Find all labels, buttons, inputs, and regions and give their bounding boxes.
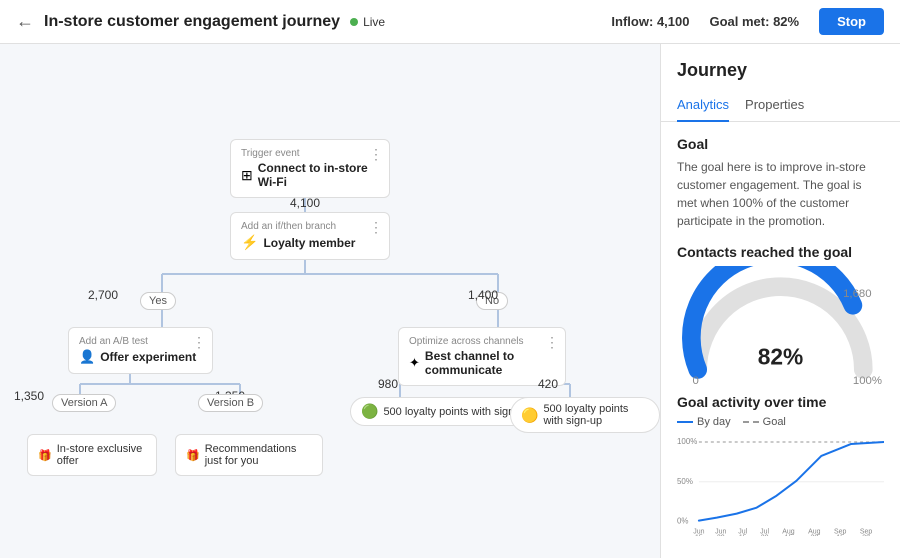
activity-section-title: Goal activity over time xyxy=(677,394,884,410)
recommendations-icon: 🎁 xyxy=(186,449,200,462)
ab-name: Offer experiment xyxy=(100,350,196,364)
count-420: 420 xyxy=(538,377,558,391)
panel-content: Goal The goal here is to improve in-stor… xyxy=(661,122,900,553)
svg-text:15: 15 xyxy=(695,535,703,536)
panel-tabs: Analytics Properties xyxy=(661,89,900,122)
ab-test-node[interactable]: Add an A/B test 👤 Offer experiment ⋮ xyxy=(68,327,213,374)
header-left: ← In-store customer engagement journey L… xyxy=(16,11,385,32)
yes-badge: Yes xyxy=(140,292,176,310)
svg-text:15: 15 xyxy=(739,535,747,536)
count-980: 980 xyxy=(378,377,398,391)
action-loyalty-right[interactable]: 🟡 500 loyalty points with sign-up xyxy=(510,397,660,433)
panel-title: Journey xyxy=(661,44,900,89)
version-b-badge: Version B xyxy=(198,394,263,412)
line-chart-svg: 100% 50% 0% Jun 15 Jun 30 Jul 15 Jul 30 … xyxy=(677,436,884,536)
goal-met-label: Goal met: xyxy=(709,14,769,29)
inflow-value: 4,100 xyxy=(657,14,690,29)
optimize-icon: ✦ xyxy=(409,355,420,371)
instore-icon: 🎁 xyxy=(38,449,52,462)
branch-node[interactable]: Add an if/then branch ⚡ Loyalty member ⋮ xyxy=(230,212,390,260)
gauge-container: 82% 0 100% 1,680 xyxy=(677,266,884,388)
optimize-label: Optimize across channels xyxy=(409,336,555,347)
optimize-name: Best channel to communicate xyxy=(425,349,555,377)
instore-label: In-store exclusive offer xyxy=(57,443,146,467)
svg-text:0%: 0% xyxy=(677,517,689,526)
live-badge: Live xyxy=(350,15,385,29)
count-4100: 4,100 xyxy=(290,196,320,210)
svg-text:82%: 82% xyxy=(758,343,804,369)
inflow-label: Inflow: xyxy=(611,14,653,29)
loyalty-right-icon: 🟡 xyxy=(521,407,538,424)
action-instore[interactable]: 🎁 In-store exclusive offer xyxy=(27,434,157,476)
loyalty-right-label: 500 loyalty points with sign-up xyxy=(543,403,649,427)
live-dot-icon xyxy=(350,18,358,26)
legend-by-day: By day xyxy=(677,416,731,428)
loyalty-left-label: 500 loyalty points with sign-up xyxy=(383,406,530,418)
trigger-name: Connect to in-store Wi-Fi xyxy=(258,161,379,189)
count-1350-left: 1,350 xyxy=(14,389,44,403)
optimize-menu-icon[interactable]: ⋮ xyxy=(545,334,559,351)
legend-goal-label: Goal xyxy=(763,416,786,428)
count-2700: 2,700 xyxy=(88,288,118,302)
branch-icon: ⚡ xyxy=(241,234,258,251)
stop-button[interactable]: Stop xyxy=(819,8,884,35)
branch-label: Add an if/then branch xyxy=(241,221,379,232)
recommendations-label: Recommendations just for you xyxy=(205,443,312,467)
chart-legend: By day Goal xyxy=(677,416,884,428)
legend-line-dashed xyxy=(743,421,759,423)
goal-section-title: Goal xyxy=(677,136,884,152)
version-a-badge: Version A xyxy=(52,394,116,412)
tab-analytics[interactable]: Analytics xyxy=(677,89,729,122)
svg-text:0: 0 xyxy=(692,375,698,385)
goal-met-stat: Goal met: 82% xyxy=(709,14,799,29)
header-right: Inflow: 4,100 Goal met: 82% Stop xyxy=(611,8,884,35)
contacts-section-title: Contacts reached the goal xyxy=(677,244,884,260)
svg-text:30: 30 xyxy=(810,535,818,536)
goal-section-text: The goal here is to improve in-store cus… xyxy=(677,158,884,230)
ab-menu-icon[interactable]: ⋮ xyxy=(192,334,206,351)
journey-title: In-store customer engagement journey xyxy=(44,13,340,31)
live-label: Live xyxy=(363,15,385,29)
svg-text:100%: 100% xyxy=(853,375,882,385)
tab-properties[interactable]: Properties xyxy=(745,89,804,122)
branch-menu-icon[interactable]: ⋮ xyxy=(369,219,383,236)
ab-label: Add an A/B test xyxy=(79,336,202,347)
trigger-label: Trigger event xyxy=(241,148,379,159)
branch-name: Loyalty member xyxy=(263,236,355,250)
svg-text:50%: 50% xyxy=(677,477,693,486)
legend-line-solid xyxy=(677,421,693,423)
trigger-icon: ⊞ xyxy=(241,167,253,184)
header: ← In-store customer engagement journey L… xyxy=(0,0,900,44)
loyalty-left-icon: 🟢 xyxy=(361,403,378,420)
trigger-node[interactable]: Trigger event ⊞ Connect to in-store Wi-F… xyxy=(230,139,390,198)
trigger-menu-icon[interactable]: ⋮ xyxy=(369,146,383,163)
main-area: Trigger event ⊞ Connect to in-store Wi-F… xyxy=(0,44,900,558)
svg-text:30: 30 xyxy=(862,535,870,536)
count-1400: 1,400 xyxy=(468,288,498,302)
svg-text:15: 15 xyxy=(785,535,793,536)
svg-text:30: 30 xyxy=(717,535,725,536)
ab-icon: 👤 xyxy=(79,349,95,365)
back-button[interactable]: ← xyxy=(16,11,34,32)
inflow-stat: Inflow: 4,100 xyxy=(611,14,689,29)
svg-text:100%: 100% xyxy=(677,437,697,446)
svg-text:15: 15 xyxy=(836,535,844,536)
journey-canvas[interactable]: Trigger event ⊞ Connect to in-store Wi-F… xyxy=(0,44,660,558)
right-panel: Journey Analytics Properties Goal The go… xyxy=(660,44,900,558)
svg-text:1,680: 1,680 xyxy=(843,288,871,300)
goal-met-value: 82% xyxy=(773,14,799,29)
svg-text:30: 30 xyxy=(761,535,769,536)
legend-by-day-label: By day xyxy=(697,416,731,428)
gauge-svg: 82% 0 100% 1,680 xyxy=(677,266,884,385)
action-recommendations[interactable]: 🎁 Recommendations just for you xyxy=(175,434,323,476)
legend-goal: Goal xyxy=(743,416,786,428)
